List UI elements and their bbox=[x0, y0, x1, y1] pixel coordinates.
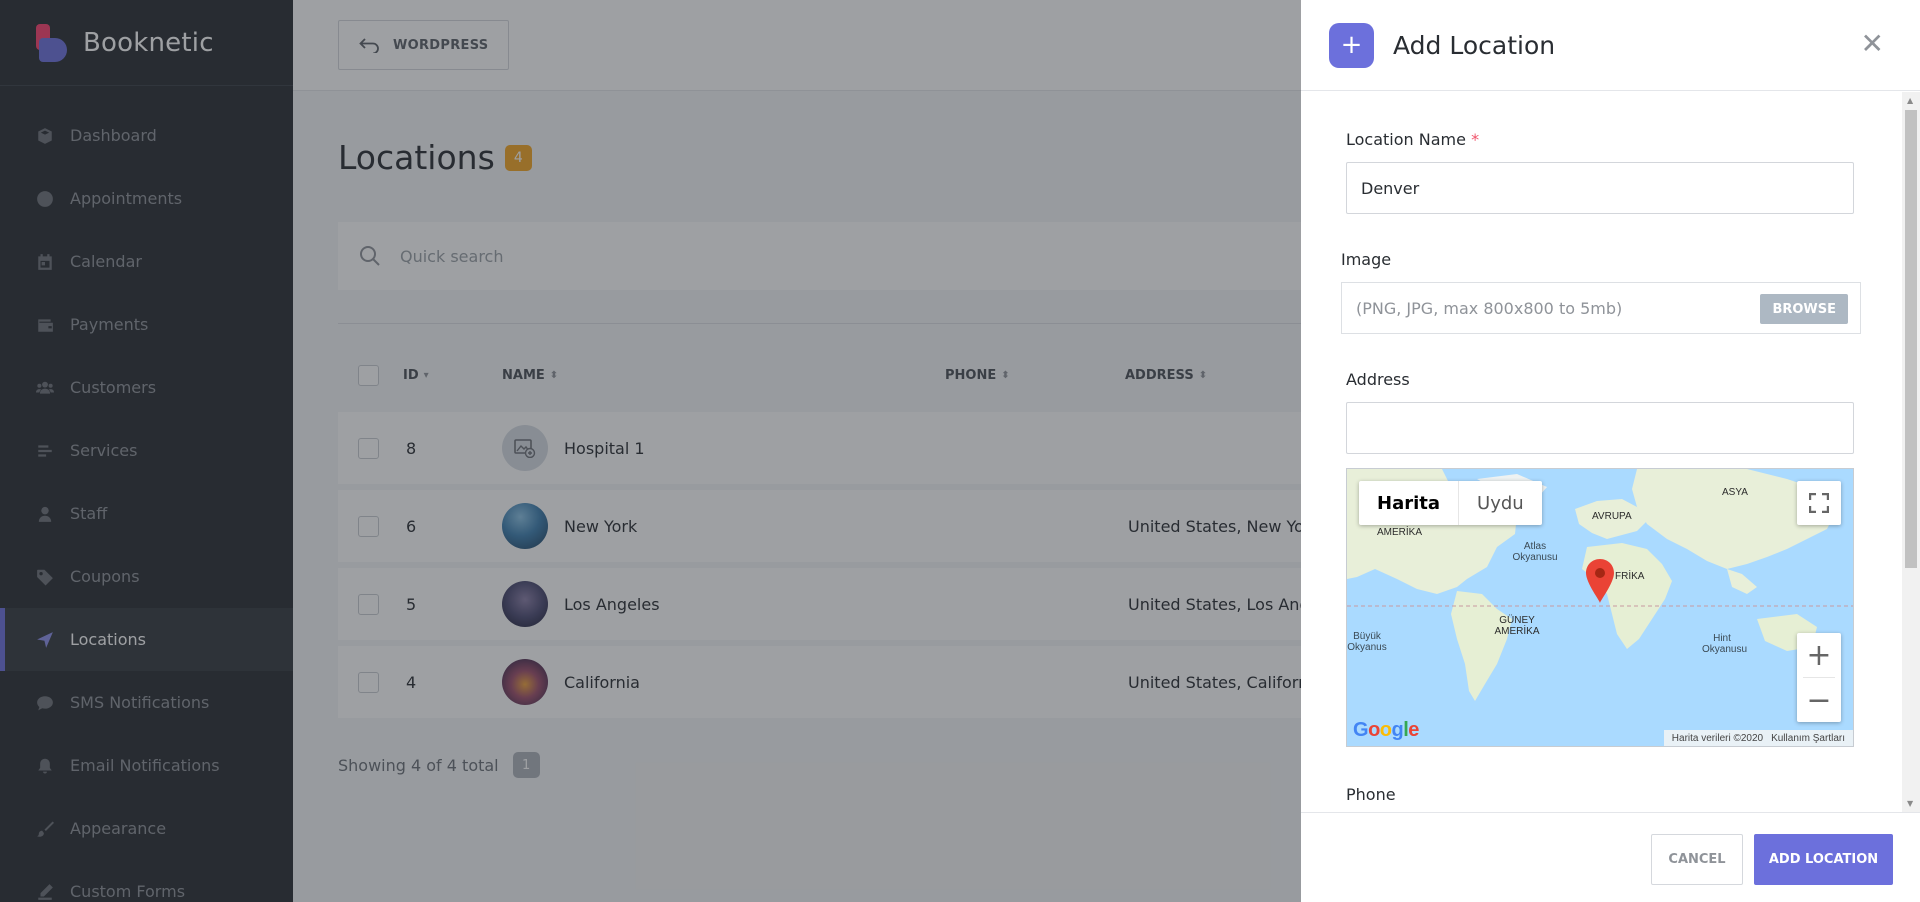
location-name-field[interactable]: Denver bbox=[1346, 162, 1854, 214]
map-label-indian: Hint Okyanusu bbox=[1702, 633, 1748, 655]
close-icon[interactable]: ✕ bbox=[1861, 30, 1884, 58]
map-marker-icon[interactable] bbox=[1585, 559, 1615, 603]
map-type-satellite-button[interactable]: Uydu bbox=[1459, 481, 1542, 525]
map-label-south-america: GÜNEY AMERİKA bbox=[1494, 615, 1540, 637]
image-label: Image bbox=[1341, 250, 1392, 269]
modal-backdrop[interactable] bbox=[0, 0, 1301, 902]
add-location-panel: + Add Location ✕ Location Name * Denver … bbox=[1301, 0, 1920, 902]
required-mark: * bbox=[1471, 130, 1480, 149]
browse-button[interactable]: BROWSE bbox=[1760, 294, 1848, 324]
cancel-button[interactable]: CANCEL bbox=[1651, 834, 1743, 885]
map-data-credit: Harita verileri ©2020 bbox=[1671, 732, 1764, 744]
fullscreen-button[interactable] bbox=[1797, 481, 1841, 525]
zoom-in-button[interactable]: + bbox=[1797, 633, 1841, 677]
panel-title: Add Location bbox=[1393, 30, 1556, 60]
scroll-down-icon[interactable]: ▼ bbox=[1907, 799, 1913, 808]
panel-scrollbar[interactable]: ▲ ▼ bbox=[1902, 92, 1920, 812]
plus-icon: + bbox=[1329, 22, 1374, 68]
phone-label: Phone bbox=[1346, 785, 1396, 804]
map-label-africa: FRİKA bbox=[1615, 571, 1645, 582]
location-name-value: Denver bbox=[1361, 178, 1420, 198]
panel-header: + Add Location ✕ bbox=[1301, 0, 1920, 91]
map-label-atlantic: Atlas Okyanusu bbox=[1512, 541, 1558, 563]
map-attribution: Harita verileri ©2020 Kullanım Şartları bbox=[1663, 730, 1853, 746]
image-placeholder: (PNG, JPG, max 800x800 to 5mb) bbox=[1356, 298, 1623, 318]
map-label-asia: ASYA bbox=[1722, 487, 1748, 498]
map-label-europe: AVRUPA bbox=[1592, 511, 1632, 522]
zoom-control: + − bbox=[1797, 633, 1841, 722]
zoom-out-button[interactable]: − bbox=[1797, 678, 1841, 722]
scrollbar-thumb[interactable] bbox=[1905, 110, 1917, 568]
scroll-up-icon[interactable]: ▲ bbox=[1907, 96, 1913, 105]
map-terms-link[interactable]: Kullanım Şartları bbox=[1767, 733, 1849, 744]
add-location-button[interactable]: ADD LOCATION bbox=[1754, 834, 1893, 885]
address-field[interactable] bbox=[1346, 402, 1854, 454]
map-label-north-america: AMERİKA bbox=[1377, 527, 1423, 538]
location-name-label: Location Name * bbox=[1346, 130, 1480, 149]
fullscreen-icon bbox=[1809, 493, 1829, 513]
location-map[interactable]: ASYA AVRUPA AMERİKA FRİKA GÜNEY AMERİKA … bbox=[1346, 468, 1854, 747]
map-label-pacific: Büyük Okyanus bbox=[1347, 631, 1387, 653]
address-label: Address bbox=[1346, 370, 1410, 389]
panel-body: Location Name * Denver Image (PNG, JPG, … bbox=[1301, 92, 1903, 812]
map-type-map-button[interactable]: Harita bbox=[1359, 481, 1460, 525]
image-file-field[interactable]: (PNG, JPG, max 800x800 to 5mb) BROWSE bbox=[1341, 282, 1861, 334]
panel-footer: CANCEL ADD LOCATION bbox=[1301, 812, 1920, 902]
google-logo: Google bbox=[1353, 719, 1419, 741]
map-type-control: Harita Uydu bbox=[1359, 481, 1542, 525]
